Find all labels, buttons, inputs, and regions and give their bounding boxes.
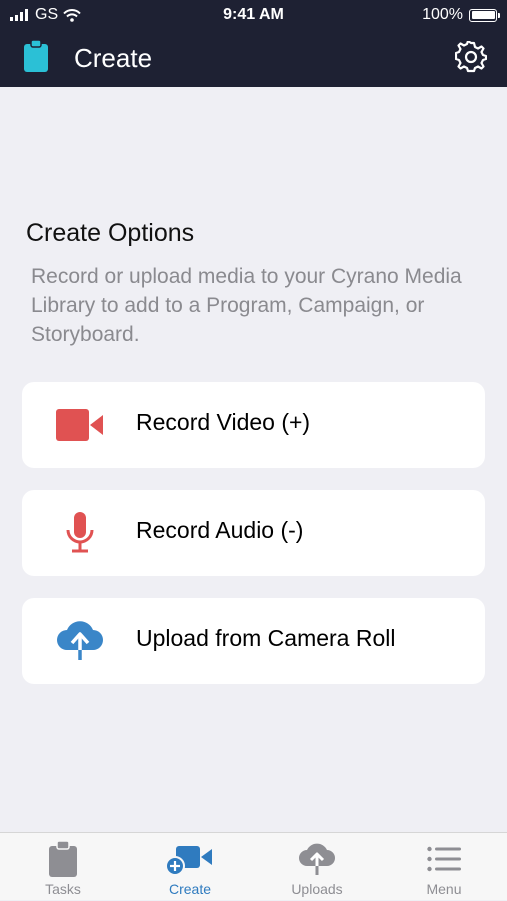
section-description: Record or upload media to your Cyrano Me… [31, 265, 462, 346]
tab-bar: Tasks Create Uploads Menu [0, 832, 507, 900]
record-video-label: Record Video (+) [136, 409, 311, 435]
status-bar: GS 9:41 AM 100% [0, 0, 507, 30]
tab-uploads[interactable]: Uploads [254, 833, 380, 901]
page-title: Create [74, 43, 153, 73]
clipboard-icon [0, 839, 126, 879]
tab-menu-label: Menu [426, 881, 462, 897]
section-title: Create Options [26, 219, 195, 247]
nav-bar: Create [0, 36, 507, 80]
tab-create-label: Create [168, 881, 212, 897]
upload-camera-roll-button[interactable]: Upload from Camera Roll [22, 598, 485, 684]
status-right: 100% [422, 6, 500, 24]
tab-tasks[interactable]: Tasks [0, 833, 126, 901]
tab-menu[interactable]: Menu [381, 833, 507, 901]
video-camera-add-icon [127, 839, 253, 879]
video-camera-icon [55, 405, 105, 445]
tab-create[interactable]: Create [127, 833, 253, 901]
cloud-upload-icon [55, 621, 105, 661]
tab-tasks-label: Tasks [45, 881, 81, 897]
list-icon [381, 839, 507, 879]
record-video-button[interactable]: Record Video (+) [22, 382, 485, 468]
upload-camera-roll-label: Upload from Camera Roll [136, 625, 396, 651]
record-audio-label: Record Audio (-) [136, 517, 304, 543]
tab-uploads-label: Uploads [291, 881, 343, 897]
gear-icon[interactable] [455, 41, 487, 73]
battery-icon [469, 8, 500, 22]
cloud-upload-icon [254, 839, 380, 879]
battery-percent: 100% [422, 6, 463, 23]
app-header: GS 9:41 AM 100% Create [0, 0, 507, 87]
record-audio-button[interactable]: Record Audio (-) [22, 490, 485, 576]
microphone-icon [55, 512, 105, 553]
clipboard-icon [24, 40, 48, 72]
